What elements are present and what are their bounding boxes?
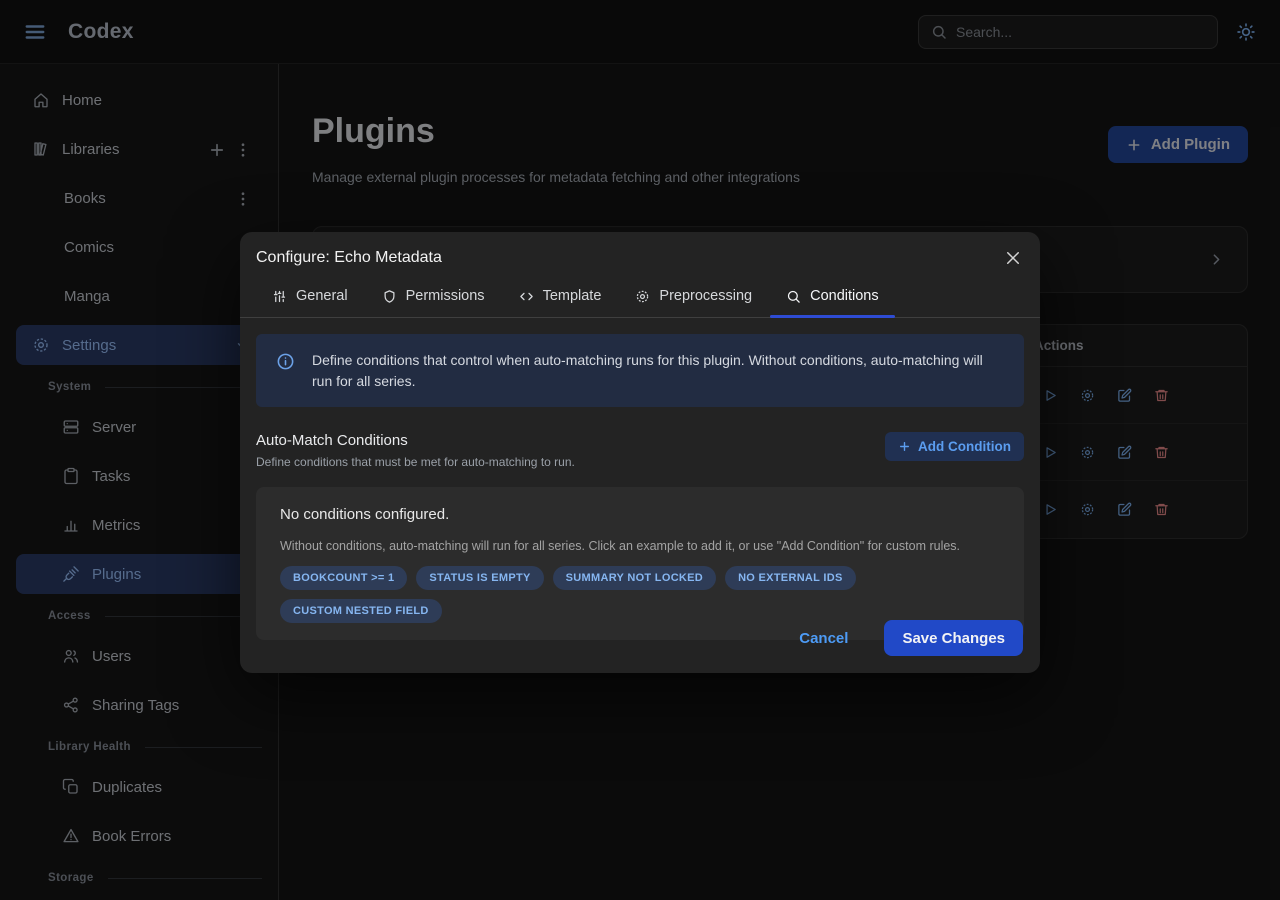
- condition-chip[interactable]: SUMMARY NOT LOCKED: [553, 566, 716, 590]
- tab-template[interactable]: Template: [503, 288, 618, 317]
- modal-tabs: General Permissions Template Preprocessi…: [240, 288, 1040, 318]
- gear-icon: [635, 289, 650, 304]
- info-banner: Define conditions that control when auto…: [256, 334, 1024, 407]
- shield-icon: [382, 289, 397, 304]
- condition-chip[interactable]: STATUS IS EMPTY: [416, 566, 543, 590]
- configure-plugin-modal: Configure: Echo Metadata General Permiss…: [240, 232, 1040, 673]
- save-changes-button[interactable]: Save Changes: [884, 620, 1023, 656]
- info-icon: [276, 352, 295, 371]
- conditions-section-title: Auto-Match Conditions: [256, 432, 575, 449]
- modal-title: Configure: Echo Metadata: [256, 249, 442, 267]
- add-condition-button[interactable]: Add Condition: [885, 432, 1024, 461]
- tab-general[interactable]: General: [256, 288, 364, 317]
- condition-chip[interactable]: NO EXTERNAL IDS: [725, 566, 856, 590]
- plus-icon: [898, 440, 911, 453]
- sliders-icon: [272, 289, 287, 304]
- search-icon: [786, 289, 801, 304]
- cancel-button[interactable]: Cancel: [777, 622, 870, 655]
- tab-conditions[interactable]: Conditions: [770, 288, 895, 317]
- app-screen: Codex Home Libraries Books: [0, 0, 1280, 900]
- tab-permissions[interactable]: Permissions: [366, 288, 501, 317]
- info-text: Define conditions that control when auto…: [312, 350, 1004, 391]
- conditions-section-subtitle: Define conditions that must be met for a…: [256, 455, 575, 469]
- empty-state-title: No conditions configured.: [280, 506, 1000, 523]
- empty-state-description: Without conditions, auto-matching will r…: [280, 539, 1000, 553]
- close-icon[interactable]: [1004, 249, 1022, 267]
- code-icon: [519, 289, 534, 304]
- condition-chip[interactable]: BOOKCOUNT >= 1: [280, 566, 407, 590]
- tab-preprocessing[interactable]: Preprocessing: [619, 288, 768, 317]
